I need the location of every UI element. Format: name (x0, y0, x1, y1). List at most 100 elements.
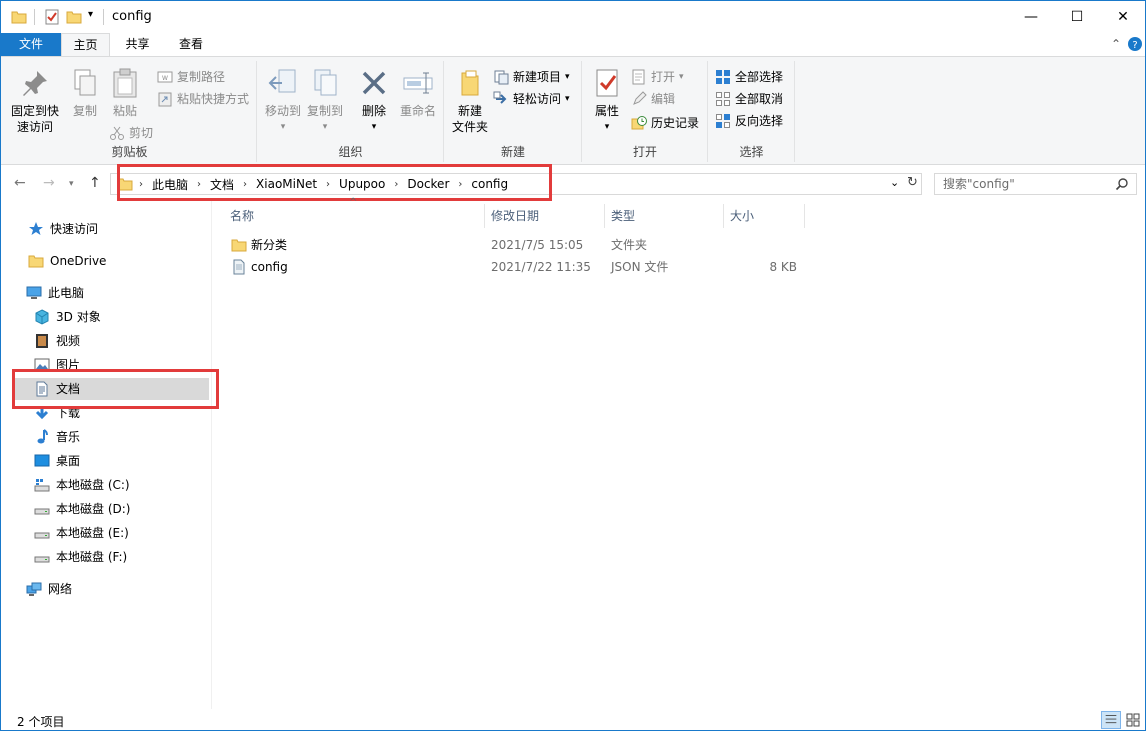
maximize-button[interactable]: ☐ (1054, 1, 1100, 32)
file-name: 新分类 (251, 238, 288, 252)
properties-quick-icon[interactable] (44, 8, 60, 26)
select-none-icon (716, 92, 730, 106)
film-icon (36, 334, 48, 348)
tab-file[interactable]: 文件 (1, 33, 61, 57)
picture-icon (34, 358, 50, 372)
delete-icon (362, 71, 386, 95)
breadcrumb-this-pc[interactable]: 此电脑 (152, 176, 188, 193)
nav-pictures[interactable]: 图片 (34, 354, 80, 376)
nav-documents[interactable]: 文档 (14, 378, 209, 400)
column-separator[interactable] (484, 204, 485, 228)
details-view-icon[interactable] (1101, 711, 1121, 729)
nav-music[interactable]: 音乐 (34, 426, 80, 448)
nav-network[interactable]: 网络 (26, 578, 72, 600)
window-title: config (112, 9, 152, 24)
invert-selection-button[interactable]: 反向选择 (715, 111, 783, 131)
breadcrumb-documents[interactable]: 文档 (210, 176, 234, 193)
copy-path-button[interactable]: W 复制路径 (157, 67, 225, 87)
invert-selection-label: 反向选择 (735, 114, 784, 128)
pin-quick-access-button[interactable]: 固定到快 速访问 (7, 67, 63, 135)
nav-label: 音乐 (56, 430, 81, 444)
column-separator[interactable] (604, 204, 605, 228)
copy-to-dropdown-icon: ▾ (322, 122, 328, 132)
ribbon-collapse-icon[interactable]: ⌃ (1111, 37, 1121, 51)
nav-drive-e[interactable]: 本地磁盘 (E:) (34, 522, 129, 544)
download-arrow-icon (35, 406, 49, 420)
tab-share[interactable]: 共享 (114, 33, 161, 57)
nav-quick-access[interactable]: 快速访问 (28, 218, 98, 240)
desktop-icon (34, 454, 50, 467)
nav-onedrive[interactable]: OneDrive (28, 250, 106, 272)
nav-drive-f[interactable]: 本地磁盘 (F:) (34, 546, 127, 568)
column-header-name[interactable]: 名称 (230, 207, 254, 227)
nav-label: 本地磁盘 (E:) (56, 526, 129, 540)
open-button[interactable]: 打开 ▾ (631, 67, 684, 87)
new-item-button[interactable]: 新建项目 ▾ (493, 67, 570, 87)
breadcrumb-upupoo[interactable]: Upupoo (339, 177, 385, 191)
minimize-button[interactable]: — (1008, 1, 1054, 32)
nav-this-pc[interactable]: 此电脑 (26, 282, 84, 304)
recent-locations-chevron-icon[interactable]: ▾ (69, 179, 74, 189)
paste-button[interactable]: 粘贴 (105, 67, 145, 119)
paste-shortcut-label: 粘贴快捷方式 (177, 92, 250, 106)
edit-button[interactable]: 编辑 (631, 89, 675, 109)
up-arrow-icon[interactable]: ↑ (89, 175, 101, 191)
tab-home[interactable]: 主页 (61, 33, 110, 57)
help-icon[interactable]: ? (1128, 37, 1142, 51)
open-dropdown-icon: ▾ (679, 72, 684, 82)
cut-label: 剪切 (129, 126, 154, 140)
nav-3d-objects[interactable]: 3D 对象 (34, 306, 101, 328)
folder-icon (117, 178, 133, 191)
nav-drive-d[interactable]: 本地磁盘 (D:) (34, 498, 130, 520)
new-folder-button[interactable]: 新建 文件夹 (449, 67, 491, 135)
new-folder-quick-icon[interactable] (66, 8, 82, 26)
move-to-button[interactable]: 移动到 ▾ (262, 67, 304, 135)
copy-to-button[interactable]: 复制到 ▾ (304, 67, 346, 135)
nav-videos[interactable]: 视频 (34, 330, 80, 352)
select-all-button[interactable]: 全部选择 (715, 67, 783, 87)
forward-arrow-icon[interactable]: → (43, 175, 55, 191)
large-icons-view-icon[interactable] (1123, 711, 1143, 729)
file-row[interactable]: 新分类 2021/7/5 15:05 文件夹 (223, 234, 803, 256)
cut-button[interactable]: 剪切 (109, 123, 153, 143)
breadcrumb-config[interactable]: config (471, 177, 508, 191)
column-separator[interactable] (723, 204, 724, 228)
tab-view[interactable]: 查看 (166, 33, 216, 57)
search-icon[interactable] (1115, 177, 1129, 191)
organize-group-label: 组织 (338, 145, 363, 159)
history-button[interactable]: 历史记录 (631, 113, 699, 133)
breadcrumb-xiaominet[interactable]: XiaoMiNet (256, 177, 317, 191)
new-item-dropdown-icon: ▾ (565, 72, 570, 82)
rename-button[interactable]: 重命名 (396, 67, 440, 119)
select-none-button[interactable]: 全部取消 (715, 89, 783, 109)
easy-access-button[interactable]: 轻松访问 ▾ (493, 89, 570, 109)
paste-icon (113, 68, 137, 98)
column-header-size[interactable]: 大小 (730, 207, 754, 227)
column-header-modified[interactable]: 修改日期 (491, 207, 539, 227)
refresh-icon[interactable]: ↻ (907, 175, 918, 190)
address-dropdown-chevron-icon[interactable]: ⌄ (890, 176, 899, 189)
properties-button[interactable]: 属性 ▾ (587, 67, 627, 135)
column-separator[interactable] (804, 204, 805, 228)
drive-icon (34, 508, 50, 515)
copy-button[interactable]: 复制 (65, 67, 105, 119)
properties-dropdown-icon: ▾ (604, 122, 610, 132)
search-input[interactable]: 搜索"config" (934, 173, 1137, 195)
nav-desktop[interactable]: 桌面 (34, 450, 80, 472)
copy-to-icon (314, 69, 337, 96)
back-arrow-icon[interactable]: ← (14, 175, 26, 191)
ribbon-tabs: 文件 主页 共享 查看 (1, 33, 1145, 57)
file-row[interactable]: config 2021/7/22 11:35 JSON 文件 8 KB (223, 256, 803, 278)
nav-drive-c[interactable]: 本地磁盘 (C:) (34, 474, 130, 496)
paste-shortcut-button[interactable]: 粘贴快捷方式 (157, 89, 249, 109)
select-group: 全部选择 全部取消 反向选择 选择 (709, 61, 795, 162)
breadcrumb-docker[interactable]: Docker (407, 177, 449, 191)
delete-button[interactable]: 删除 ▾ (354, 67, 394, 135)
nav-downloads[interactable]: 下载 (34, 402, 80, 424)
close-button[interactable]: ✕ (1100, 1, 1146, 32)
nav-label: 视频 (56, 334, 81, 348)
column-header-type[interactable]: 类型 (611, 207, 635, 227)
customize-quick-access-icon[interactable]: ▾ (88, 9, 93, 20)
address-bar[interactable]: › 此电脑 › 文档 › XiaoMiNet › Upupoo › Docker… (110, 173, 922, 195)
rename-label: 重命名 (399, 104, 436, 118)
